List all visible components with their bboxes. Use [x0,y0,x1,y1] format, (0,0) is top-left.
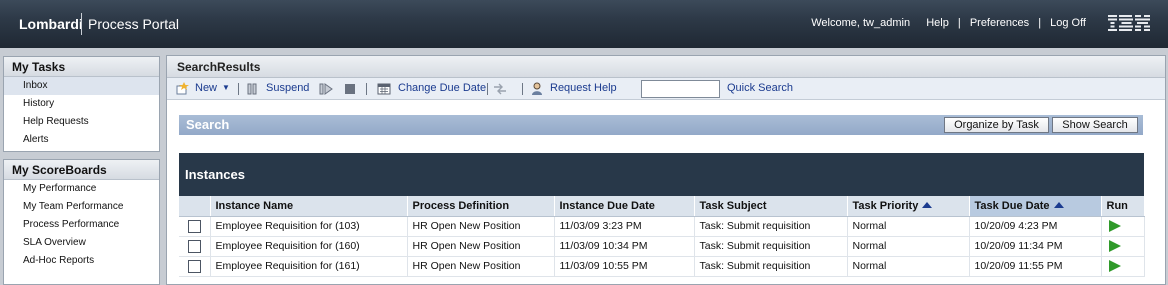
quick-search-input[interactable] [641,80,720,98]
select-cell [179,256,211,277]
sidebar-item-process-performance[interactable]: Process Performance [4,216,159,234]
instance-due-date-cell: 11/03/09 3:23 PM [554,216,695,237]
toolbar: New ▼ Suspend Change Due Date Request He… [167,78,1165,100]
column-header-run: Run [1101,196,1145,217]
search-bar: Search Organize by Task Show Search [179,115,1143,135]
task-due-date-cell: 10/20/09 4:23 PM [969,216,1102,237]
task-due-date-cell: 10/20/09 11:34 PM [969,236,1102,257]
sidebar-item-my-team-performance[interactable]: My Team Performance [4,198,159,216]
process-definition-cell: HR Open New Position [407,256,555,277]
table-row: Employee Requisition for (161) HR Open N… [179,256,1145,277]
my-scoreboards-panel: My ScoreBoards My Performance My Team Pe… [3,159,160,285]
run-cell [1101,236,1145,257]
my-tasks-title: My Tasks [4,57,159,77]
column-header-process-definition[interactable]: Process Definition [407,196,555,217]
column-header-task-due-date[interactable]: Task Due Date [969,196,1102,217]
row-checkbox[interactable] [187,219,201,233]
calendar-icon[interactable] [377,82,391,95]
run-icon[interactable] [1108,240,1121,252]
sidebar-item-sla-overview[interactable]: SLA Overview [4,234,159,252]
request-help-button[interactable]: Request Help [550,82,617,94]
task-priority-cell: Normal [847,236,970,257]
select-cell [179,236,211,257]
process-definition-cell: HR Open New Position [407,236,555,257]
instance-due-date-cell: 11/03/09 10:55 PM [554,256,695,277]
new-dropdown-arrow-icon[interactable]: ▼ [222,83,230,92]
instance-name-cell: Employee Requisition for (103) [210,216,408,237]
product-name: Process Portal [88,16,180,32]
welcome-text: Welcome, tw_admin [811,17,911,29]
table-header-row: Instance Name Process Definition Instanc… [179,196,1145,217]
sort-ascending-icon [1053,201,1064,208]
instance-due-date-cell: 11/03/09 10:34 PM [554,236,695,257]
sidebar-item-ad-hoc-reports[interactable]: Ad-Hoc Reports [4,252,159,270]
toolbar-separator [238,83,239,95]
select-column-header [179,196,211,217]
process-definition-cell: HR Open New Position [407,216,555,237]
organize-by-task-button[interactable]: Organize by Task [944,117,1049,133]
column-header-instance-due-date[interactable]: Instance Due Date [554,196,695,217]
request-help-icon[interactable] [530,82,544,95]
preferences-link[interactable]: Preferences [970,17,1029,29]
logoff-link[interactable]: Log Off [1050,17,1086,29]
my-tasks-panel: My Tasks Inbox History Help Requests Ale… [3,56,160,152]
user-bar: Welcome, tw_admin Help | Preferences | L… [811,17,1086,29]
sort-ascending-icon [922,201,933,208]
run-cell [1101,216,1145,237]
task-subject-cell: Task: Submit requisition [694,256,848,277]
column-header-task-subject[interactable]: Task Subject [694,196,848,217]
help-link[interactable]: Help [926,17,949,29]
brand-name: Lombardi [19,16,83,32]
change-due-date-button[interactable]: Change Due Date [398,82,486,94]
task-due-date-label: Task Due Date [974,199,1050,212]
my-scoreboards-title: My ScoreBoards [4,160,159,180]
row-checkbox[interactable] [187,259,201,273]
sidebar-item-my-performance[interactable]: My Performance [4,180,159,198]
select-cell [179,216,211,237]
sidebar-item-history[interactable]: History [4,95,159,113]
pause-icon[interactable] [245,82,259,95]
search-title: Search [186,117,230,132]
run-cell [1101,256,1145,277]
sidebar-item-help-requests[interactable]: Help Requests [4,113,159,131]
toolbar-separator [487,83,488,95]
link-separator: | [1038,17,1042,29]
ibm-logo [1108,15,1150,31]
task-priority-cell: Normal [847,216,970,237]
column-header-instance-name[interactable]: Instance Name [210,196,408,217]
resume-icon[interactable] [319,82,333,95]
top-banner: Lombardi Process Portal Welcome, tw_admi… [0,0,1168,48]
run-icon[interactable] [1108,220,1121,232]
instances-table: Instance Name Process Definition Instanc… [179,196,1145,277]
task-due-date-cell: 10/20/09 11:55 PM [969,256,1102,277]
instance-name-cell: Employee Requisition for (161) [210,256,408,277]
panel-title: SearchResults [167,56,1165,78]
suspend-button[interactable]: Suspend [266,82,309,94]
task-priority-label: Task Priority [852,199,919,212]
instance-name-cell: Employee Requisition for (160) [210,236,408,257]
task-subject-cell: Task: Submit requisition [694,236,848,257]
run-icon[interactable] [1108,260,1121,272]
instances-title: Instances [179,153,1144,196]
toolbar-separator [522,83,523,95]
reassign-icon[interactable] [493,82,507,95]
show-search-button[interactable]: Show Search [1052,117,1138,133]
toolbar-separator [366,83,367,95]
task-priority-cell: Normal [847,256,970,277]
sidebar-item-alerts[interactable]: Alerts [4,131,159,149]
column-header-task-priority[interactable]: Task Priority [847,196,970,217]
link-separator: | [957,17,961,29]
table-row: Employee Requisition for (103) HR Open N… [179,216,1145,237]
row-checkbox[interactable] [187,239,201,253]
new-icon[interactable] [175,82,189,95]
new-button[interactable]: New [195,82,217,94]
task-subject-cell: Task: Submit requisition [694,216,848,237]
sidebar-item-inbox[interactable]: Inbox [4,77,159,95]
search-results-panel: SearchResults New ▼ Suspend Change Due D… [166,55,1166,285]
table-row: Employee Requisition for (160) HR Open N… [179,236,1145,257]
stop-icon[interactable] [343,82,357,95]
brand-divider [81,13,82,35]
quick-search-button[interactable]: Quick Search [727,82,793,94]
